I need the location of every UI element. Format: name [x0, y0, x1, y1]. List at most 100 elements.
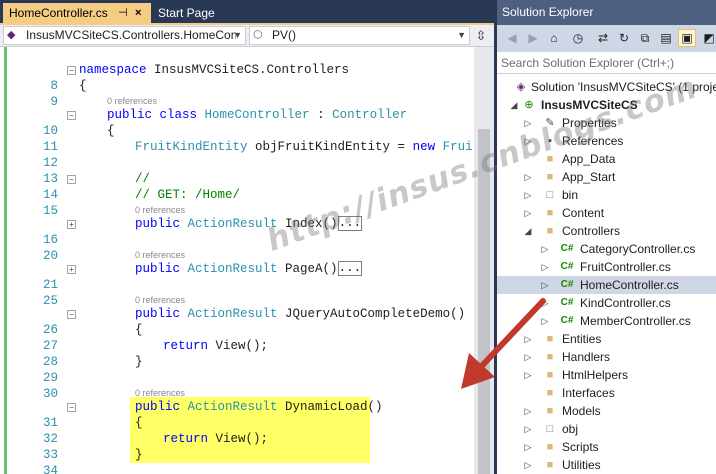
close-icon[interactable]: × — [135, 3, 141, 23]
tree-item-label: KindController.cs — [580, 296, 671, 310]
expand-arrow-icon[interactable]: ▷ — [540, 240, 550, 258]
class-dropdown[interactable]: ◆ InsusMVCSiteCS.Controllers.HomeCon ▼ — [3, 26, 246, 45]
code-line: 10 − public class HomeController : Contr… — [0, 107, 474, 138]
tree-item-utilities[interactable]: ▷ ■ Utilities — [497, 456, 716, 474]
show-all-files-icon[interactable]: ▣ — [678, 29, 696, 47]
expand-arrow-icon[interactable]: ▷ — [523, 204, 533, 222]
code-line: 26 − public ActionResult JQueryAutoCompl… — [0, 306, 474, 337]
code-area[interactable]: 8 − namespace InsusMVCSiteCS.Controllers… — [0, 47, 474, 474]
document-tab-strip: HomeController.cs ⊣ × Start Page — [0, 0, 494, 25]
history-icon[interactable]: ◷ — [569, 29, 587, 47]
vertical-scrollbar[interactable] — [474, 47, 494, 474]
properties-icon[interactable]: ▤ — [657, 29, 675, 47]
collapse-icon[interactable]: − — [67, 111, 76, 120]
expand-arrow-icon[interactable]: ▷ — [523, 168, 533, 186]
tree-item-bin[interactable]: ▷ □ bin — [497, 186, 716, 204]
collapse-icon[interactable]: − — [67, 310, 76, 319]
code-text: public class HomeController : Controller — [107, 108, 408, 122]
code-line: 28 return View(); — [0, 338, 474, 369]
tree-item-label: App_Data — [562, 152, 616, 166]
forward-icon[interactable]: ▶ — [524, 29, 542, 47]
tree-item-home-controller[interactable]: ▷ C# HomeController.cs — [497, 276, 716, 294]
split-window-icon[interactable]: ⇳ — [472, 27, 490, 45]
references-codelens[interactable]: 0 references — [135, 387, 185, 399]
code-text: return View(); — [163, 339, 269, 353]
code-text: } — [135, 355, 143, 369]
code-line: 31 − public ActionResult DynamicLoad() — [0, 399, 474, 430]
code-line: 29 } — [0, 354, 474, 385]
tree-item-category-controller[interactable]: ▷ C# CategoryController.cs — [497, 240, 716, 258]
back-icon[interactable]: ◀ — [503, 29, 521, 47]
expand-arrow-icon[interactable]: ▷ — [523, 420, 533, 438]
tree-item-label: Handlers — [562, 350, 611, 364]
code-text: public ActionResult DynamicLoad() — [135, 400, 383, 414]
tree-item-content[interactable]: ▷ ■ Content — [497, 204, 716, 222]
references-codelens[interactable]: 0 references — [135, 249, 185, 261]
code-line: 27 { — [0, 322, 474, 353]
collapse-arrow-icon[interactable]: ◢ — [523, 222, 533, 240]
code-text: { — [107, 124, 115, 138]
expand-arrow-icon[interactable]: ▷ — [523, 456, 533, 474]
pin-icon[interactable]: ⊣ — [118, 3, 128, 23]
expand-arrow-icon[interactable]: ▷ — [523, 402, 533, 420]
tree-item-obj[interactable]: ▷ □ obj — [497, 420, 716, 438]
expand-arrow-icon[interactable]: ▷ — [540, 276, 550, 294]
expand-icon[interactable]: + — [67, 220, 76, 229]
code-line: 13 — [0, 155, 474, 186]
tree-item-label: Utilities — [562, 458, 601, 472]
folder-open-icon: ■ — [546, 225, 554, 237]
method-icon: ⬡ — [253, 29, 263, 41]
code-line: 35 — [0, 463, 474, 474]
code-line: 8 − namespace InsusMVCSiteCS.Controllers — [0, 62, 474, 93]
tree-item-label: Entities — [562, 332, 602, 346]
folder-icon: ■ — [546, 405, 554, 417]
collapse-icon[interactable]: − — [67, 175, 76, 184]
collapse-arrow-icon[interactable]: ◢ — [509, 96, 519, 114]
tree-item-fruit-controller[interactable]: ▷ C# FruitController.cs — [497, 258, 716, 276]
solution-icon: ◈ — [516, 81, 526, 93]
collapse-icon[interactable]: − — [67, 66, 76, 75]
code-line: 12 FruitKindEntity objFruitKindEntity = … — [0, 139, 474, 170]
tree-item-controllers[interactable]: ◢ ■ Controllers — [497, 222, 716, 240]
code-line: 16 + public ActionResult Index()... — [0, 216, 474, 247]
tree-item-app-start[interactable]: ▷ ■ App_Start — [497, 168, 716, 186]
collapse-all-icon[interactable]: ⧉ — [636, 29, 654, 47]
references-codelens[interactable]: 0 references — [135, 204, 185, 216]
member-dropdown[interactable]: ⬡ PV() ▼ — [249, 26, 470, 45]
collapse-icon[interactable]: − — [67, 403, 76, 412]
references-codelens[interactable]: 0 references — [135, 294, 185, 306]
code-text: FruitKindEntity objFruitKindEntity = new… — [135, 140, 474, 154]
tree-item-label: Interfaces — [562, 386, 615, 400]
code-text: { — [79, 79, 87, 93]
class-dropdown-value: InsusMVCSiteCS.Controllers.HomeCon — [26, 28, 236, 42]
home-icon[interactable]: ⌂ — [545, 29, 563, 47]
references-codelens[interactable]: 0 references — [107, 95, 157, 107]
code-line: 25 — [0, 277, 474, 308]
tree-item-models[interactable]: ▷ ■ Models — [497, 402, 716, 420]
tab-homecontroller[interactable]: HomeController.cs ⊣ × — [3, 3, 151, 23]
tree-item-label: HomeController.cs — [580, 278, 679, 292]
refresh-icon[interactable]: ↻ — [615, 29, 633, 47]
chevron-down-icon[interactable]: ▼ — [233, 27, 242, 44]
expand-arrow-icon[interactable]: ▷ — [540, 258, 550, 276]
tree-item-label: App_Start — [562, 170, 616, 184]
tree-item-label: HtmlHelpers — [562, 368, 629, 382]
preview-icon[interactable]: ◩ — [700, 29, 716, 47]
code-line: 33 return View(); — [0, 431, 474, 462]
chevron-down-icon[interactable]: ▼ — [457, 27, 466, 44]
expand-icon[interactable]: + — [67, 265, 76, 274]
csharp-file-icon: C# — [560, 297, 574, 308]
expand-arrow-icon[interactable]: ▷ — [523, 438, 533, 456]
sync-icon[interactable]: ⇄ — [594, 29, 612, 47]
panel-title: Solution Explorer — [497, 0, 716, 25]
collapsed-region[interactable]: ... — [337, 261, 363, 276]
tab-start-page[interactable]: Start Page — [152, 3, 232, 23]
tree-item-label: CategoryController.cs — [580, 242, 696, 256]
code-comment: // GET: /Home/ — [135, 188, 241, 202]
expand-arrow-icon[interactable]: ▷ — [523, 186, 533, 204]
folder-icon: ■ — [546, 207, 554, 219]
code-text: return View(); — [163, 432, 269, 446]
tree-item-label: FruitController.cs — [580, 260, 671, 274]
tree-item-scripts[interactable]: ▷ ■ Scripts — [497, 438, 716, 456]
annotation-arrow-icon — [461, 298, 546, 389]
